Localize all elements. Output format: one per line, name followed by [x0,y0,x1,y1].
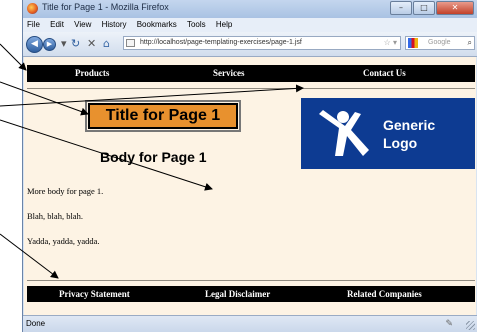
firefox-icon [27,3,38,14]
paragraph-1: More body for page 1. [27,186,104,196]
back-arrow-icon[interactable]: ◀ [26,36,43,53]
title-bar: Title for Page 1 - Mozilla Firefox – □ ✕ [23,0,477,18]
url-text: http://localhost/page-templating-exercis… [140,39,302,46]
minimize-button[interactable]: – [390,1,412,15]
stop-icon[interactable]: ✕ [87,37,96,50]
bottom-divider [27,280,475,281]
search-icon[interactable]: ⌕ [468,37,472,49]
footer-link-legal[interactable]: Legal Disclaimer [205,289,270,299]
bookmark-star-icon[interactable]: ☆ ▾ [384,37,397,49]
search-placeholder: Google [428,39,451,46]
status-bar: Done ✎ [23,315,477,332]
nav-link-products[interactable]: Products [75,68,109,78]
generic-logo: Generic Logo [301,98,475,169]
footer-nav-bar: Privacy Statement Legal Disclaimer Relat… [27,286,475,302]
paragraph-3: Yadda, yadda, yadda. [27,236,100,246]
menu-edit[interactable]: Edit [46,18,68,29]
reload-icon[interactable]: ↻ [71,37,80,50]
footer-link-privacy[interactable]: Privacy Statement [59,289,130,299]
top-divider [27,88,475,89]
menu-bookmarks[interactable]: Bookmarks [133,18,181,29]
google-icon[interactable] [408,38,418,48]
body-title: Body for Page 1 [100,149,207,165]
resize-grip[interactable] [466,321,475,330]
forward-arrow-icon[interactable]: ▶ [43,38,56,51]
menu-tools[interactable]: Tools [183,18,210,29]
maximize-button[interactable]: □ [413,1,435,15]
menu-file[interactable]: File [23,18,44,29]
logo-text: Generic Logo [383,116,435,152]
home-icon[interactable]: ⌂ [103,37,110,50]
menu-view[interactable]: View [70,18,95,29]
window-title: Title for Page 1 - Mozilla Firefox [42,2,169,12]
page-icon [126,39,135,47]
logo-line-2: Logo [383,135,418,151]
status-text: Done [26,319,46,328]
logo-line-1: Generic [383,117,436,133]
paragraph-2: Blah, blah, blah. [27,211,83,221]
browser-window: Title for Page 1 - Mozilla Firefox – □ ✕… [22,0,477,332]
page-content: Products Services Contact Us Title for P… [24,57,476,315]
nav-link-contact-us[interactable]: Contact Us [363,68,406,78]
figure-icon [319,110,369,156]
top-nav-bar: Products Services Contact Us [27,65,475,82]
close-button[interactable]: ✕ [436,1,474,15]
page-title: Title for Page 1 [85,100,241,132]
url-bar[interactable]: http://localhost/page-templating-exercis… [123,36,401,50]
addon-icon[interactable]: ✎ [445,318,453,329]
menu-bar: File Edit View History Bookmarks Tools H… [23,18,477,32]
window-controls: – □ ✕ [389,1,474,16]
navigation-toolbar: ◀ ▶ ▾ ↻ ✕ ⌂ http://localhost/page-templa… [23,32,477,57]
search-bar[interactable]: Google ⌕ [405,36,475,50]
dropdown-icon[interactable]: ▾ [61,37,67,50]
menu-history[interactable]: History [98,18,131,29]
nav-link-services[interactable]: Services [213,68,245,78]
menu-help[interactable]: Help [212,18,236,29]
footer-link-related[interactable]: Related Companies [347,289,422,299]
